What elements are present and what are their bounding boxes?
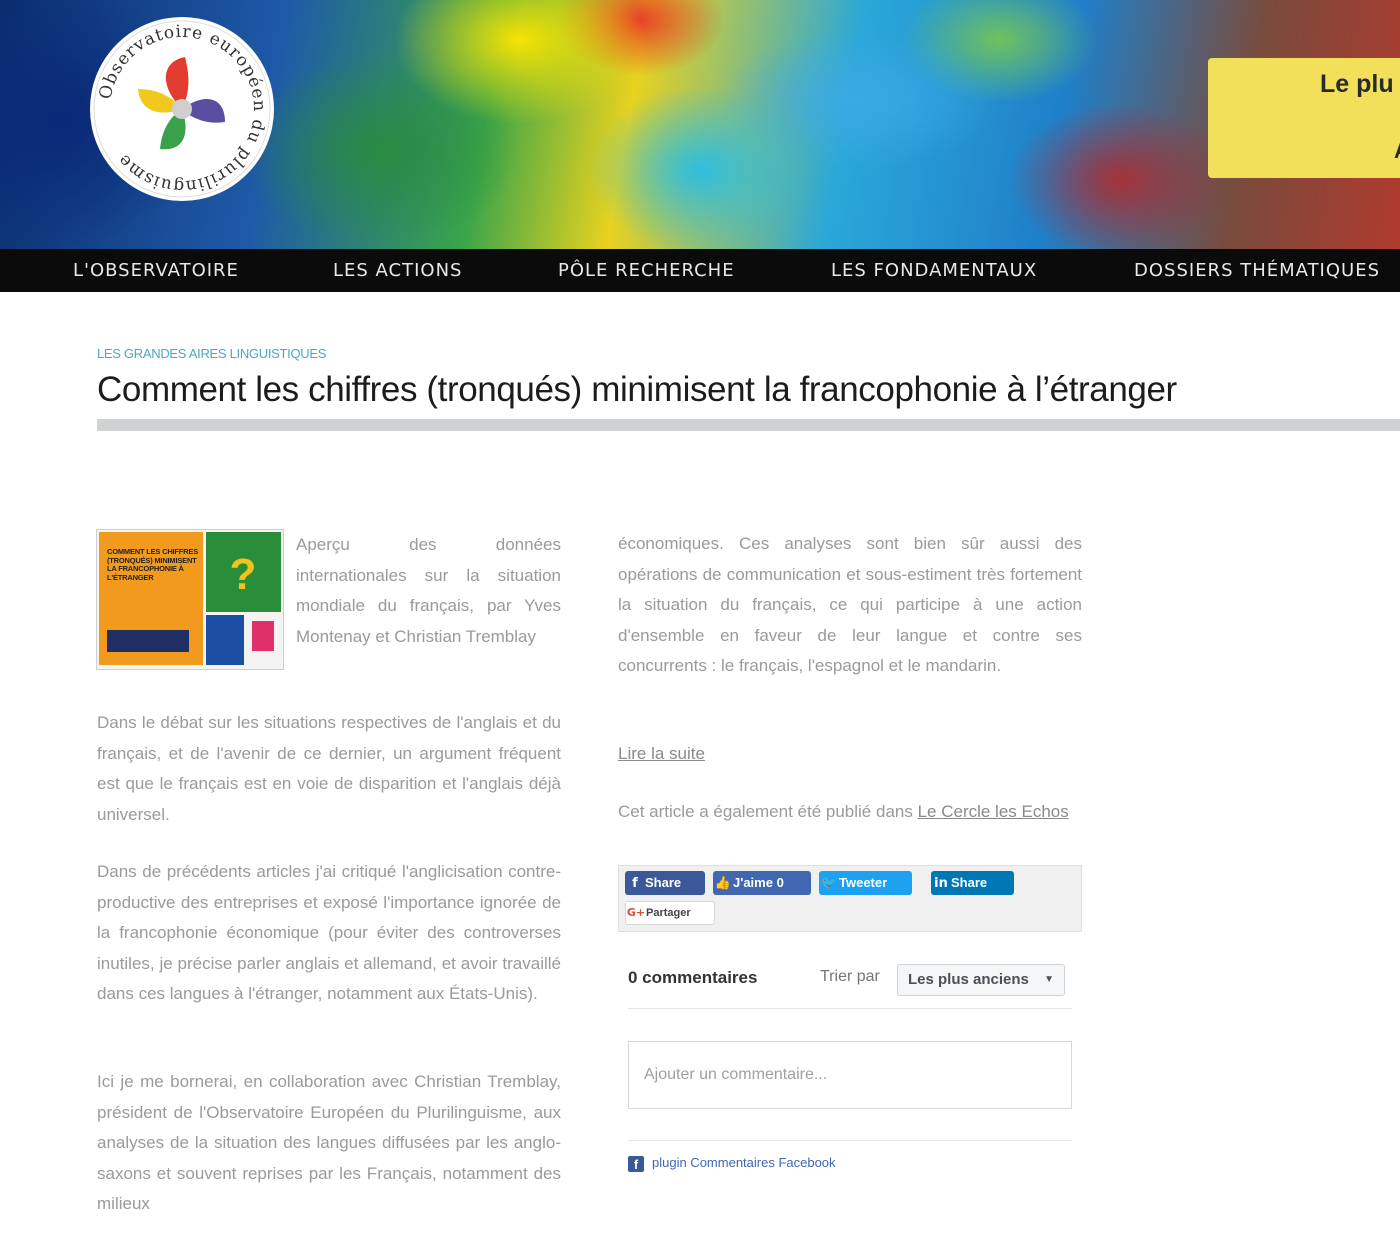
comment-input[interactable]: Ajouter un commentaire... <box>628 1041 1072 1109</box>
google-plus-share-button[interactable]: G+Partager <box>625 901 715 925</box>
comments-footer-divider <box>628 1140 1072 1141</box>
read-more-link[interactable]: Lire la suite <box>618 744 705 763</box>
nav-item-actions[interactable]: LES ACTIONS <box>333 249 462 292</box>
share-bar: f Share 👍 J'aime 0 🐦 Tweeter in Share G+Part… <box>618 865 1082 932</box>
article-paragraph-2: Dans de précédents articles j'ai critiqu… <box>97 862 561 1003</box>
google-share-label: Partager <box>646 907 691 919</box>
main-nav: L'OBSERVATOIRE LES ACTIONS PÔLE RECHERCH… <box>0 249 1400 292</box>
thumbnail-cover-band <box>107 630 189 652</box>
promo-text-2: A <box>1394 138 1400 164</box>
logo-graphic: Observatoire européen du plurilinguisme <box>93 20 271 198</box>
comment-count: 0 commentaires <box>628 968 758 987</box>
header-banner: Observatoire européen du plurilinguisme … <box>0 0 1400 249</box>
facebook-like-button[interactable]: 👍 J'aime 0 <box>713 871 811 895</box>
facebook-plugin-label: plugin Commentaires Facebook <box>652 1155 836 1170</box>
twitter-icon: 🐦 <box>820 876 838 891</box>
linkedin-share-button[interactable]: in Share <box>931 871 1014 895</box>
question-mark-graphic: ? <box>229 550 257 599</box>
nav-item-observatoire[interactable]: L'OBSERVATOIRE <box>73 249 239 292</box>
site-logo[interactable]: Observatoire européen du plurilinguisme <box>90 17 274 201</box>
sort-select-value: Les plus anciens <box>908 971 1029 988</box>
nav-item-fondamentaux[interactable]: LES FONDAMENTAUX <box>831 249 1037 292</box>
thumbnail-cover-text: COMMENT LES CHIFFRES (TRONQUÉS) MINIMISE… <box>107 547 198 582</box>
facebook-square-icon: f <box>628 1155 644 1172</box>
comments-divider <box>628 1008 1072 1009</box>
title-divider <box>97 419 1400 431</box>
page-title: Comment les chiffres (tronqués) minimise… <box>97 370 1177 409</box>
thumbnail-book-cover <box>252 621 274 651</box>
read-more-wrapper: Lire la suite <box>618 739 1082 770</box>
facebook-share-label: Share <box>645 875 682 890</box>
linkedin-icon: in <box>934 876 948 891</box>
les-echos-link[interactable]: Le Cercle les Echos <box>918 802 1069 821</box>
also-published-prefix: Cet article a également été publié dans <box>618 802 918 821</box>
facebook-comments-plugin-link[interactable]: f plugin Commentaires Facebook <box>628 1154 836 1172</box>
article-paragraph-3: Ici je me bornerai, en collaboration ave… <box>97 1072 561 1213</box>
nav-item-dossiers-thematiques[interactable]: DOSSIERS THÉMATIQUES <box>1134 249 1380 292</box>
article-paragraph-1: Dans le débat sur les situations respect… <box>97 713 561 824</box>
thumbnail-blue-panel <box>206 615 244 665</box>
google-plus-icon: G+ <box>626 906 646 919</box>
promo-text: Le plu <box>1320 70 1394 98</box>
chevron-down-icon: ▼ <box>1044 974 1054 985</box>
like-icon: 👍 <box>714 876 732 891</box>
promo-banner[interactable]: Le plu A <box>1208 58 1400 178</box>
linkedin-share-label: Share <box>951 875 988 890</box>
article-category[interactable]: LES GRANDES AIRES LINGUISTIQUES <box>97 346 326 361</box>
thumbnail-cover: COMMENT LES CHIFFRES (TRONQUÉS) MINIMISE… <box>99 532 203 665</box>
sort-label: Trier par <box>820 968 880 985</box>
facebook-like-label: J'aime 0 <box>733 875 784 890</box>
facebook-icon: f <box>632 876 638 891</box>
thumbnail-book-panel <box>246 615 281 665</box>
also-published-text: Cet article a également été publié dans … <box>618 797 1082 828</box>
sort-select[interactable]: Les plus anciens ▼ <box>897 964 1065 996</box>
article-paragraph-continued: économiques. Ces analyses sont bien sûr … <box>618 534 1082 675</box>
article-thumbnail[interactable]: COMMENT LES CHIFFRES (TRONQUÉS) MINIMISE… <box>96 529 284 670</box>
nav-item-pole-recherche[interactable]: PÔLE RECHERCHE <box>558 249 735 292</box>
facebook-share-button[interactable]: f Share <box>625 871 705 895</box>
tweet-label: Tweeter <box>839 875 888 890</box>
article-intro: Aperçu des données internationales sur l… <box>296 535 561 646</box>
tweet-button[interactable]: 🐦 Tweeter <box>819 871 912 895</box>
